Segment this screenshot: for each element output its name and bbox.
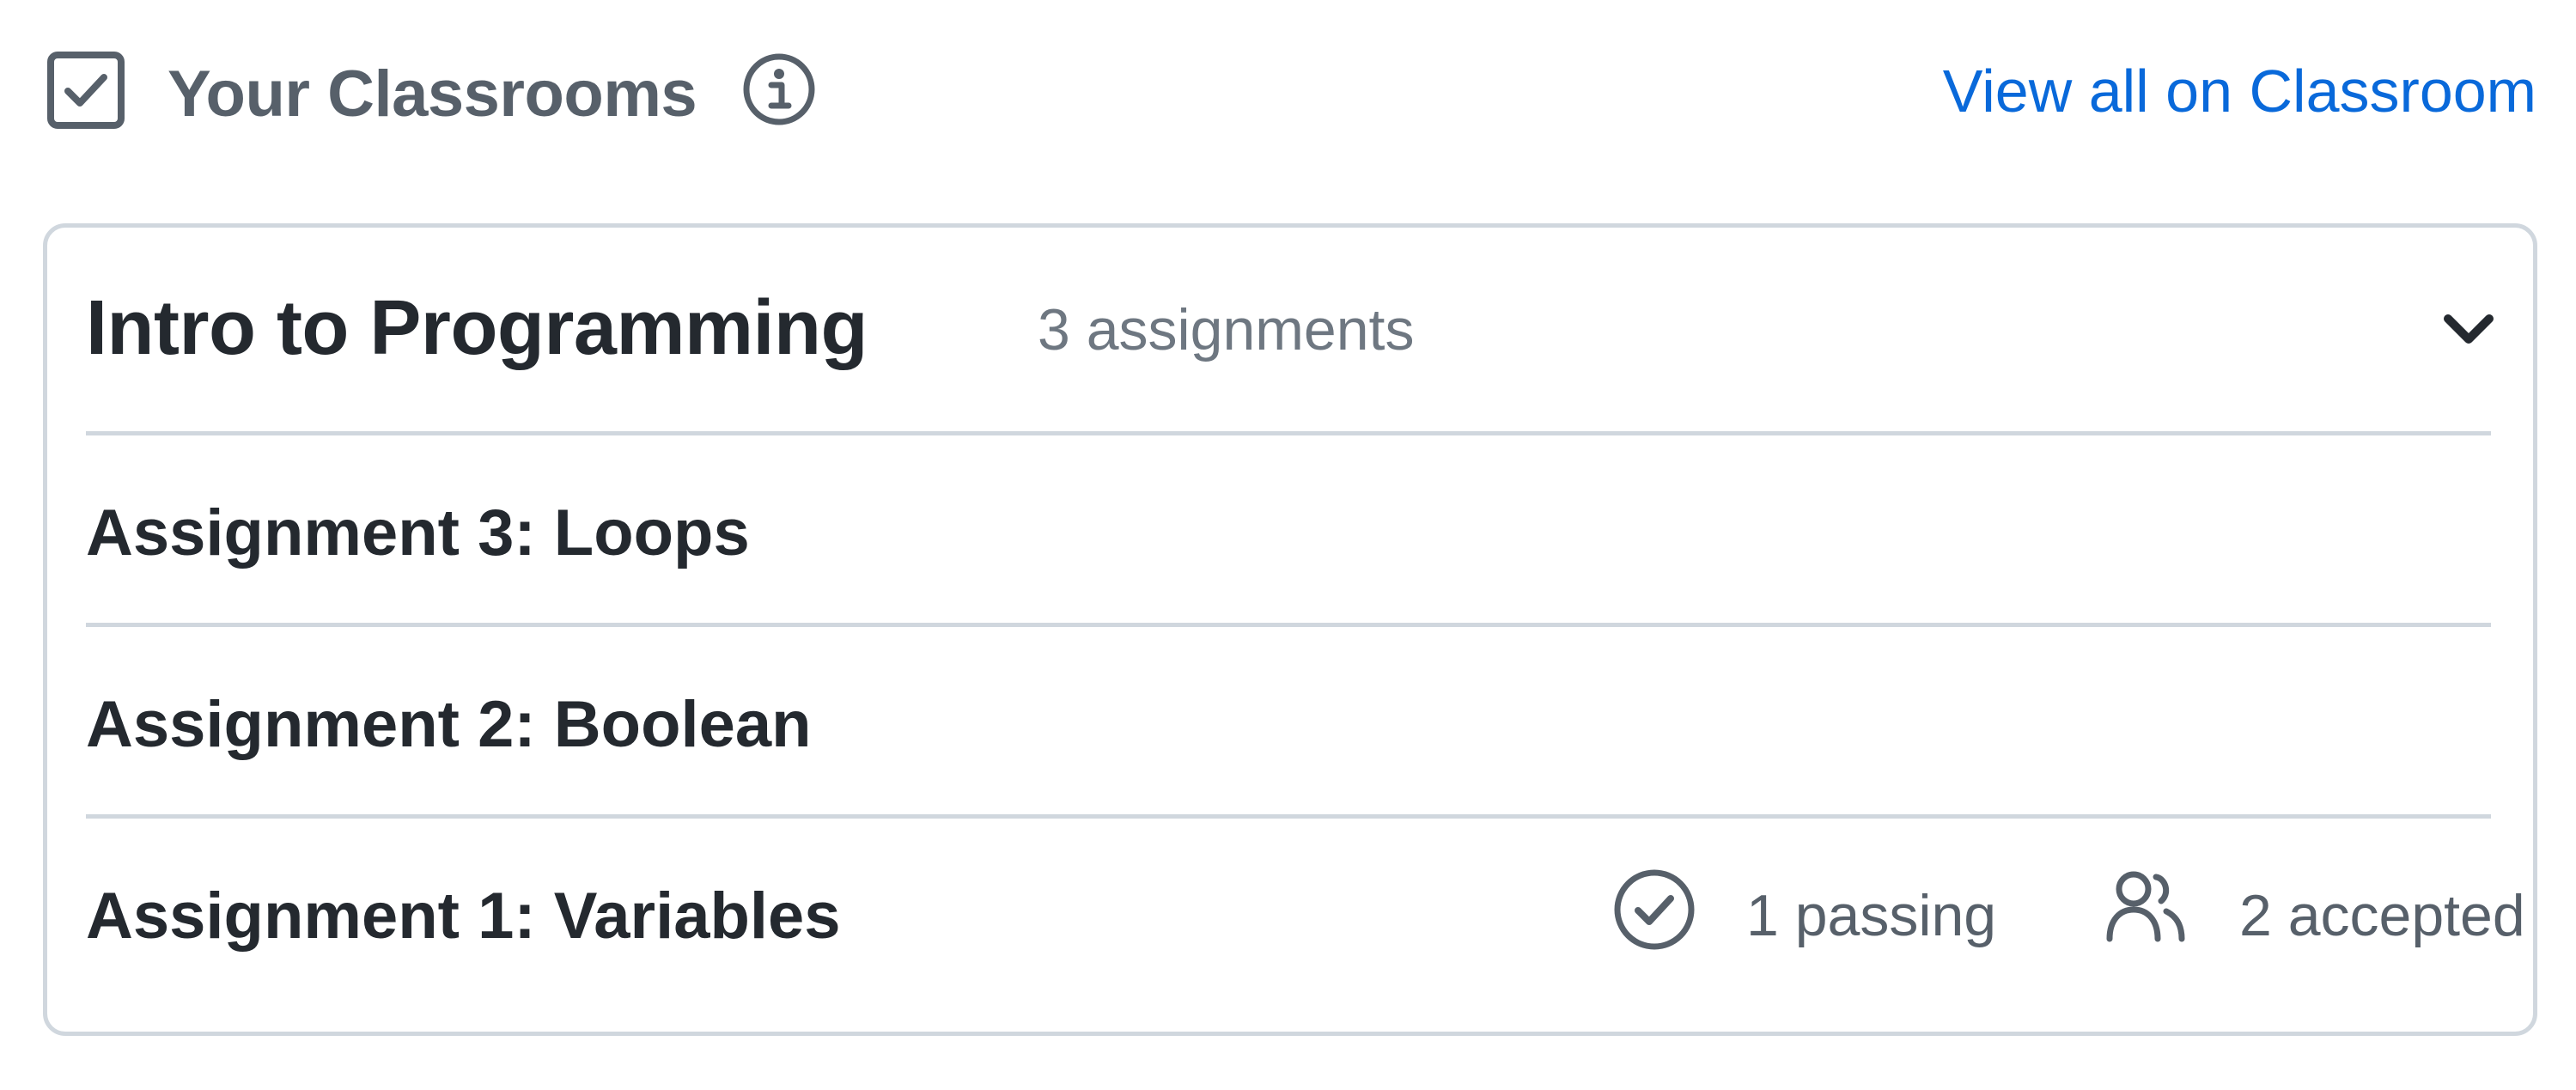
passing-count: 1 passing: [1746, 883, 1997, 948]
classroom-card: Intro to Programming 3 assignments Assig…: [43, 223, 2537, 1036]
assignment-row[interactable]: Assignment 1: Variables 1 passing 2 acce…: [86, 819, 2525, 1006]
classroom-header[interactable]: Intro to Programming 3 assignments: [86, 228, 2494, 434]
view-all-on-classroom-link[interactable]: View all on Classroom: [1943, 57, 2536, 125]
assignment-count: 3 assignments: [1038, 297, 1415, 362]
checkbox-checked-icon: [47, 52, 125, 129]
check-circle-icon: [1614, 869, 1695, 950]
info-icon[interactable]: [742, 52, 816, 126]
classrooms-header: Your Classrooms View all on Classroom: [47, 43, 2538, 137]
assignment-name: Assignment 1: Variables: [86, 880, 841, 953]
accepted-count: 2 accepted: [2239, 883, 2525, 948]
assignment-name: Assignment 2: Boolean: [86, 688, 812, 761]
section-title: Your Classrooms: [167, 58, 697, 131]
assignment-row[interactable]: Assignment 3: Loops: [86, 435, 2491, 623]
classroom-name: Intro to Programming: [86, 285, 868, 371]
people-icon: [2106, 871, 2185, 942]
assignment-name: Assignment 3: Loops: [86, 496, 750, 569]
chevron-down-icon[interactable]: [2439, 300, 2498, 358]
assignment-row[interactable]: Assignment 2: Boolean: [86, 627, 2491, 814]
